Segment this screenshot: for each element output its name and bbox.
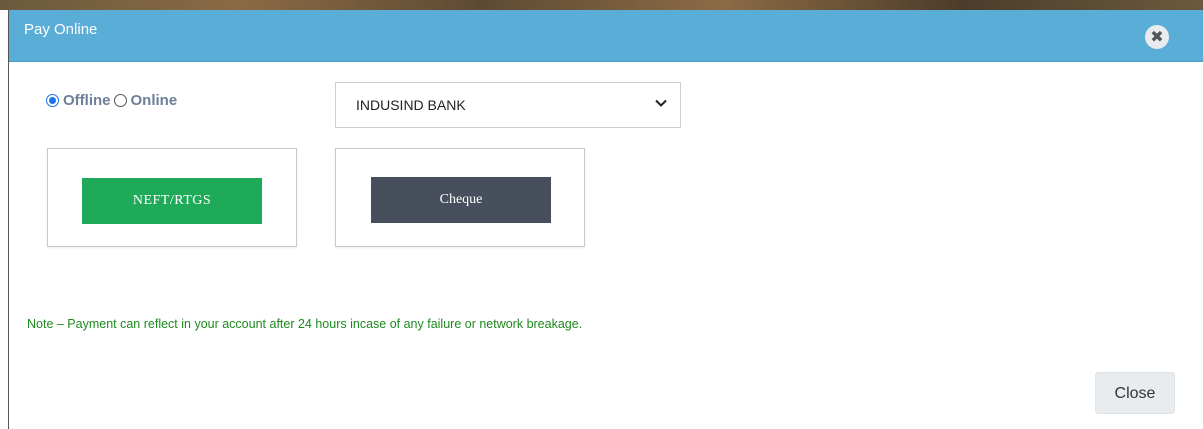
cheque-card: Cheque	[335, 148, 585, 247]
page: Pay Online ✖ Offline Online INDUSIND BAN…	[0, 0, 1203, 429]
payment-note: Note – Payment can reflect in your accou…	[27, 317, 583, 331]
background-strip	[0, 0, 1203, 10]
pay-online-modal: Pay Online ✖ Offline Online INDUSIND BAN…	[8, 10, 1203, 429]
bank-select-value: INDUSIND BANK	[356, 97, 466, 113]
bank-select[interactable]: INDUSIND BANK	[335, 82, 681, 128]
chevron-down-icon	[655, 99, 667, 107]
cheque-button[interactable]: Cheque	[371, 177, 551, 223]
online-radio[interactable]	[113, 93, 127, 107]
neft-rtgs-card: NEFT/RTGS	[47, 148, 297, 247]
payment-mode-radio-group: Offline Online	[46, 90, 180, 110]
modal-title: Pay Online	[24, 21, 98, 38]
offline-radio[interactable]	[46, 93, 59, 107]
close-button[interactable]: Close	[1095, 372, 1175, 414]
offline-radio-label[interactable]: Offline	[63, 92, 111, 109]
modal-header: Pay Online ✖	[9, 10, 1203, 62]
neft-rtgs-button[interactable]: NEFT/RTGS	[82, 178, 262, 224]
close-icon[interactable]: ✖	[1145, 25, 1169, 49]
online-radio-label[interactable]: Online	[131, 92, 178, 109]
